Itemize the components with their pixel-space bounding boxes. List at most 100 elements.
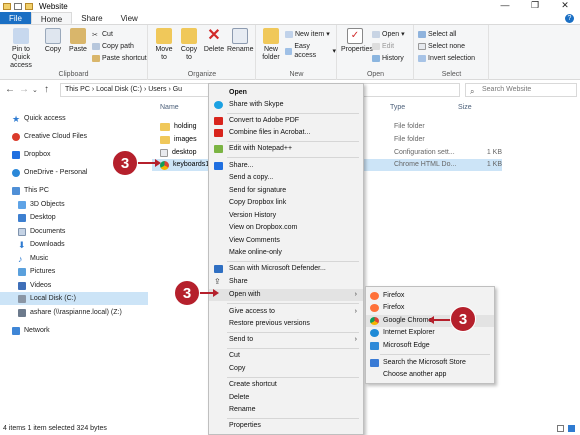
column-header-size[interactable]: Size [458, 101, 472, 115]
paste-button[interactable]: Paste [66, 28, 90, 54]
menu-item-give-access[interactable]: Give access to › [209, 306, 363, 318]
sidebar-item-quick-access[interactable]: ★ Quick access [0, 112, 148, 125]
menu-item-view-dropbox[interactable]: View on Dropbox.com [209, 222, 363, 234]
paste-shortcut-button[interactable]: Paste shortcut [92, 54, 147, 63]
minimize-button[interactable]: — [490, 0, 520, 11]
menu-item-notepad-plus[interactable]: Edit with Notepad++ [209, 143, 363, 155]
menu-item-version-history[interactable]: Version History [209, 210, 363, 222]
menu-item-create-shortcut[interactable]: Create shortcut [209, 379, 363, 391]
sidebar-item-network[interactable]: Network [0, 324, 148, 337]
edit-button[interactable]: Edit [372, 42, 394, 51]
new-item-button[interactable]: New item ▾ [285, 30, 330, 39]
acrobat-icon [214, 117, 223, 125]
copy-to-button[interactable]: Copy to [177, 28, 201, 62]
recent-chevron-icon[interactable]: ⌄ [32, 86, 38, 94]
menu-item-send-to[interactable]: Send to › [209, 334, 363, 346]
tab-home[interactable]: Home [30, 12, 73, 24]
tab-share[interactable]: Share [72, 12, 111, 24]
menu-item-share[interactable]: ⇪ Share [209, 276, 363, 288]
menu-item-dropbox-share[interactable]: Share... [209, 160, 363, 172]
menu-separator [227, 157, 359, 158]
close-button[interactable]: ✕ [550, 0, 580, 11]
menu-item-share-skype[interactable]: Share with Skype [209, 99, 363, 111]
menu-item-restore-versions[interactable]: Restore previous versions [209, 318, 363, 330]
history-button[interactable]: History [372, 54, 404, 63]
copy-path-button[interactable]: Copy path [92, 42, 134, 51]
up-arrow-icon[interactable]: ↑ [44, 84, 49, 95]
menu-item-open-with[interactable]: Open with › [209, 289, 363, 301]
sidebar-item-this-pc[interactable]: This PC [0, 184, 148, 197]
submenu-arrow-icon: › [354, 308, 357, 315]
new-folder-quick-icon[interactable] [25, 2, 33, 10]
tab-file[interactable]: File [0, 12, 31, 24]
open-button[interactable]: Open ▾ [372, 30, 405, 39]
title-bar: Website — ❐ ✕ [0, 0, 580, 12]
properties-button[interactable]: ✓ Properties [341, 28, 373, 54]
menu-item-copy-dropbox-link[interactable]: Copy Dropbox link [209, 197, 363, 209]
history-icon [372, 55, 380, 62]
sidebar-item-music[interactable]: ♪ Music [0, 252, 148, 265]
sidebar-item-downloads[interactable]: ⬇ Downloads [0, 238, 148, 251]
sidebar-item-pictures[interactable]: Pictures [0, 265, 148, 278]
copy-button[interactable]: Copy [42, 28, 64, 54]
menu-item-send-copy[interactable]: Send a copy... [209, 172, 363, 184]
picture-icon [18, 267, 26, 276]
tab-view[interactable]: View [112, 12, 147, 24]
column-header-type[interactable]: Type [390, 101, 405, 115]
submenu-item-choose-another-app[interactable]: Choose another app [366, 369, 494, 381]
menu-item-copy[interactable]: Copy [209, 363, 363, 375]
submenu-item-firefox[interactable]: Firefox [366, 290, 494, 302]
delete-button[interactable]: ✕ Delete [203, 28, 225, 54]
menu-item-scan-defender[interactable]: Scan with Microsoft Defender... [209, 263, 363, 275]
menu-item-delete[interactable]: Delete [209, 392, 363, 404]
menu-item-cut[interactable]: Cut [209, 350, 363, 362]
menu-item-open[interactable]: Open [209, 87, 363, 99]
sidebar-item-network-share[interactable]: ashare (\\raspianne.local) (Z:) [0, 306, 148, 319]
sidebar-item-3d-objects[interactable]: 3D Objects [0, 198, 148, 211]
sidebar-item-local-disk[interactable]: Local Disk (C:) [0, 292, 148, 305]
new-folder-button[interactable]: New folder [260, 28, 282, 62]
search-input[interactable]: ⌕ Search Website [465, 83, 577, 97]
sidebar-item-creative-cloud[interactable]: Creative Cloud Files [0, 130, 148, 143]
rename-button[interactable]: Rename [227, 28, 253, 54]
easy-access-button[interactable]: Easy access ▾ [285, 42, 336, 60]
menu-item-make-online-only[interactable]: Make online-only [209, 247, 363, 259]
pin-quick-access-button[interactable]: Pin to Quick access [4, 28, 38, 70]
clipboard-group: Pin to Quick access Copy Paste ✂ Cut Cop… [0, 25, 148, 80]
menu-item-convert-pdf[interactable]: Convert to Adobe PDF [209, 115, 363, 127]
maximize-button[interactable]: ❐ [520, 0, 550, 11]
chevron-down-icon: ▾ [332, 47, 336, 55]
large-icons-view-icon[interactable] [568, 425, 575, 432]
properties-quick-icon[interactable] [14, 2, 22, 10]
back-arrow-icon[interactable]: ← [5, 84, 15, 95]
quick-access-toolbar [3, 2, 33, 10]
menu-separator [227, 348, 359, 349]
column-header-name[interactable]: Name [160, 101, 179, 115]
submenu-item-microsoft-store[interactable]: Search the Microsoft Store [366, 357, 494, 369]
cut-button[interactable]: ✂ Cut [92, 30, 113, 39]
menu-item-rename[interactable]: Rename [209, 404, 363, 416]
details-view-icon[interactable] [557, 425, 564, 432]
callout-pointer-tip [213, 289, 219, 297]
submenu-item-firefox-2[interactable]: Firefox [366, 302, 494, 314]
select-all-button[interactable]: Select all [418, 30, 456, 39]
invert-selection-button[interactable]: Invert selection [418, 54, 475, 63]
cube-icon [18, 200, 26, 209]
move-to-icon [156, 28, 172, 44]
menu-item-properties[interactable]: Properties [209, 420, 363, 432]
submenu-item-microsoft-edge[interactable]: Microsoft Edge [366, 340, 494, 352]
menu-item-combine-acrobat[interactable]: Combine files in Acrobat... [209, 127, 363, 139]
sidebar-item-videos[interactable]: Videos [0, 279, 148, 292]
sidebar-item-documents[interactable]: Documents [0, 225, 148, 238]
submenu-item-internet-explorer[interactable]: Internet Explorer [366, 327, 494, 339]
help-icon[interactable]: ? [565, 14, 574, 23]
ribbon: Pin to Quick access Copy Paste ✂ Cut Cop… [0, 25, 580, 80]
menu-item-view-comments[interactable]: View Comments [209, 235, 363, 247]
invert-selection-icon [418, 55, 426, 62]
move-to-button[interactable]: Move to [152, 28, 176, 62]
step-callout-open-with: 3 [174, 280, 200, 306]
sidebar-item-desktop[interactable]: Desktop [0, 211, 148, 224]
menu-item-send-signature[interactable]: Send for signature [209, 185, 363, 197]
forward-arrow-icon[interactable]: → [19, 84, 29, 95]
select-none-button[interactable]: Select none [418, 42, 465, 51]
